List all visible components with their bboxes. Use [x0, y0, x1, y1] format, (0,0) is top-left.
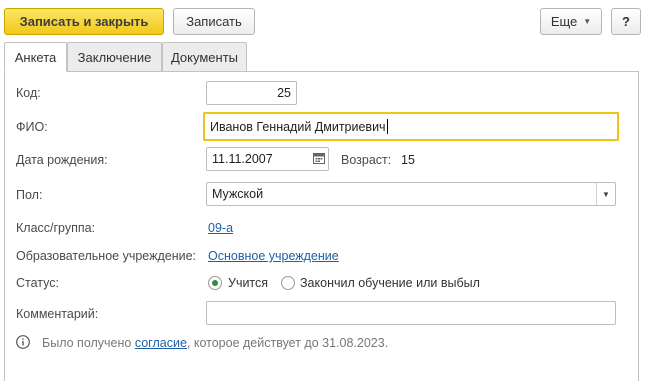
status-option-graduated-label: Закончил обучение или выбыл	[300, 276, 480, 290]
birth-date-input[interactable]: 11.11.2007	[206, 147, 329, 171]
school-label: Образовательное учреждение:	[16, 249, 197, 263]
help-button[interactable]: ?	[611, 8, 641, 35]
calendar-icon[interactable]	[313, 152, 325, 164]
fio-input[interactable]: Иванов Геннадий Дмитриевич	[203, 112, 619, 141]
gender-value: Мужской	[212, 187, 264, 201]
status-label: Статус:	[16, 276, 59, 290]
fio-label: ФИО:	[16, 120, 48, 134]
school-link[interactable]: Основное учреждение	[208, 249, 339, 263]
status-radio-graduated[interactable]	[281, 276, 295, 290]
tab-dokumenty[interactable]: Документы	[162, 42, 247, 71]
gender-dropdown-icon[interactable]: ▼	[596, 183, 615, 205]
age-label: Возраст:	[341, 153, 392, 167]
text-cursor	[386, 119, 388, 134]
save-and-close-button[interactable]: Записать и закрыть	[4, 8, 164, 35]
tab-zaklyuchenie[interactable]: Заключение	[67, 42, 162, 71]
class-label: Класс/группа:	[16, 221, 96, 235]
status-radio-studying[interactable]	[208, 276, 222, 290]
code-label: Код:	[16, 86, 41, 100]
gender-label: Пол:	[16, 188, 43, 202]
comment-input[interactable]	[206, 301, 616, 325]
more-button[interactable]: Еще ▼	[540, 8, 602, 35]
more-label: Еще	[550, 14, 578, 29]
age-value: 15	[401, 153, 415, 167]
class-link[interactable]: 09-а	[208, 221, 233, 235]
save-button[interactable]: Записать	[173, 8, 255, 35]
comment-label: Комментарий:	[16, 307, 99, 321]
gender-select[interactable]: Мужской ▼	[206, 182, 616, 206]
info-icon	[16, 335, 30, 349]
consent-text-before: Было получено	[42, 336, 135, 350]
consent-text-after: , которое действует до 31.08.2023.	[186, 336, 389, 350]
consent-info: Было получено согласие, которое действуе…	[42, 336, 388, 350]
fio-value: Иванов Геннадий Дмитриевич	[210, 119, 386, 134]
birth-date-value: 11.11.2007	[212, 152, 273, 166]
birth-date-label: Дата рождения:	[16, 153, 108, 167]
consent-link[interactable]: согласие	[135, 336, 187, 350]
code-value: 25	[277, 86, 291, 100]
status-option-studying-label: Учится	[228, 276, 269, 290]
code-input[interactable]: 25	[206, 81, 297, 105]
dropdown-arrow-icon: ▼	[583, 17, 592, 26]
tab-anketa[interactable]: Анкета	[4, 42, 67, 72]
